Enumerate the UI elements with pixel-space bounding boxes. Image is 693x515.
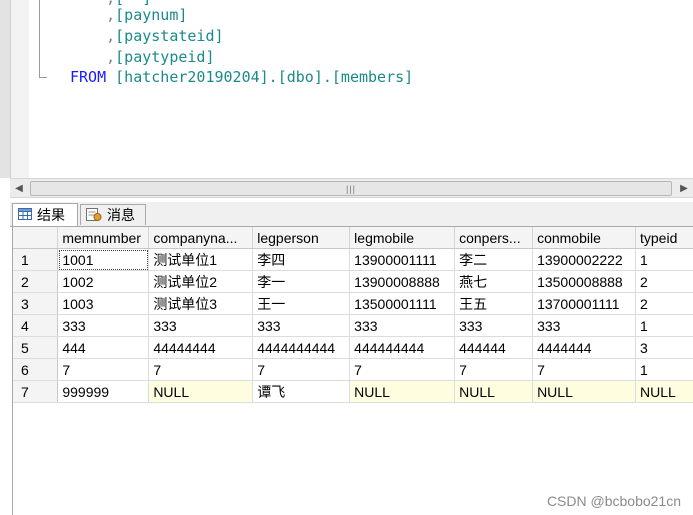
query-editor[interactable]: ,[ ] ,[paynum] ,[paystateid] ,[paytypeid… — [0, 0, 693, 178]
grid-cell[interactable]: 333 — [148, 314, 254, 337]
grid-cell[interactable]: 李一 — [252, 270, 351, 293]
tab-results-label: 结果 — [37, 207, 65, 223]
column-header[interactable]: companyna... — [148, 227, 254, 249]
grid-cell[interactable]: 7 — [252, 358, 351, 381]
table-row[interactable]: 3 1003 测试单位3 王一 13500001111 王五 13700001111 2 — [13, 292, 693, 315]
from-target: [hatcher20190204].[dbo].[members] — [115, 68, 414, 86]
tab-results[interactable]: 结果 — [12, 203, 78, 226]
from-keyword: FROM — [70, 68, 107, 86]
column-header[interactable]: conmobile — [532, 227, 636, 249]
grid-cell[interactable]: 测试单位2 — [148, 270, 254, 293]
grid-cell[interactable]: 测试单位3 — [148, 292, 254, 315]
row-number[interactable]: 6 — [13, 358, 59, 381]
grid-cell[interactable]: NULL — [532, 380, 636, 403]
results-table: memnumber companyna... legperson legmobi… — [13, 227, 693, 403]
tab-messages[interactable]: 消息 — [80, 204, 146, 225]
grid-cell[interactable]: 333 — [532, 314, 636, 337]
grid-cell[interactable]: NULL — [635, 380, 693, 403]
grid-cell[interactable]: 333 — [454, 314, 534, 337]
grid-cell[interactable]: 13500001111 — [349, 292, 456, 315]
grid-cell[interactable]: 7 — [532, 358, 636, 381]
grid-cell[interactable]: NULL — [148, 380, 254, 403]
tab-messages-label: 消息 — [107, 207, 135, 223]
grid-cell[interactable]: 1003 — [57, 292, 150, 315]
grid-cell[interactable]: NULL — [454, 380, 534, 403]
header-row: memnumber companyna... legperson legmobi… — [13, 227, 693, 249]
editor-line-margin — [11, 0, 29, 178]
grid-results-icon — [18, 207, 32, 223]
grid-cell[interactable]: 333 — [57, 314, 150, 337]
table-row[interactable]: 7 999999 NULL 谭飞 NULL NULL NULL NULL — [13, 380, 693, 403]
grid-cell[interactable]: 1 — [635, 314, 693, 337]
grid-cell[interactable]: 444 — [57, 336, 150, 359]
grid-cell[interactable]: 444444444 — [349, 336, 456, 359]
grid-cell[interactable]: 7 — [454, 358, 534, 381]
grid-cell[interactable]: 333 — [349, 314, 456, 337]
grid-cell[interactable]: 44444444 — [148, 336, 254, 359]
column-header[interactable]: legmobile — [349, 227, 456, 249]
column-header[interactable]: conpers... — [454, 227, 534, 249]
row-number[interactable]: 5 — [13, 336, 59, 359]
editor-selection-margin — [0, 0, 11, 178]
row-number[interactable]: 4 — [13, 314, 59, 337]
table-row[interactable]: 5 444 44444444 4444444444 444444444 444444 444… — [13, 336, 693, 359]
table-row[interactable]: 2 1002 测试单位2 李一 13900008888 燕七 13500008888 2 — [13, 270, 693, 293]
grid-cell[interactable]: 谭飞 — [252, 380, 351, 403]
column-header[interactable]: typeid — [635, 227, 693, 249]
results-tab-strip: 结果 消息 — [10, 202, 693, 227]
grid-cell[interactable]: 1002 — [57, 270, 150, 293]
grid-cell[interactable]: 王一 — [252, 292, 351, 315]
code-line: ,[paynum] — [70, 6, 188, 24]
outline-fold-line — [39, 0, 40, 78]
scroll-right-arrow-icon[interactable]: ▶ — [675, 179, 693, 197]
grid-cell[interactable]: 王五 — [454, 292, 534, 315]
grid-cell[interactable]: 1 — [635, 358, 693, 381]
grid-cell[interactable]: 13900001111 — [349, 248, 456, 271]
grid-cell[interactable]: 13700001111 — [532, 292, 636, 315]
scrollbar-thumb[interactable]: ||| — [30, 181, 672, 196]
column-header[interactable]: legperson — [252, 227, 351, 249]
results-grid[interactable]: memnumber companyna... legperson legmobi… — [12, 227, 693, 515]
grid-cell[interactable]: 2 — [635, 292, 693, 315]
grid-cell[interactable]: 999999 — [57, 380, 150, 403]
grid-cell[interactable]: 李二 — [454, 248, 534, 271]
grid-cell[interactable]: 4444444444 — [252, 336, 351, 359]
grid-cell[interactable]: 1 — [635, 248, 693, 271]
column-header[interactable]: memnumber — [57, 227, 150, 249]
grid-cell[interactable]: 7 — [57, 358, 150, 381]
grid-cell[interactable]: NULL — [349, 380, 456, 403]
grid-cell[interactable]: 燕七 — [454, 270, 534, 293]
table-row[interactable]: 4 333 333 333 333 333 333 1 — [13, 314, 693, 337]
grid-corner[interactable] — [13, 227, 59, 249]
grid-cell[interactable]: 13500008888 — [532, 270, 636, 293]
row-number[interactable]: 7 — [13, 380, 59, 403]
row-number[interactable]: 2 — [13, 270, 59, 293]
grid-cell[interactable]: 4444444 — [532, 336, 636, 359]
grid-cell[interactable]: 测试单位1 — [148, 248, 254, 271]
watermark: CSDN @bcbobo21cn — [546, 493, 681, 509]
row-number[interactable]: 3 — [13, 292, 59, 315]
grip-icon: ||| — [345, 183, 356, 194]
grid-cell[interactable]: 333 — [252, 314, 351, 337]
grid-cell[interactable]: 2 — [635, 270, 693, 293]
table-row[interactable]: 1 1001 测试单位1 李四 13900001111 李二 13900002222 1 — [13, 248, 693, 271]
grid-cell[interactable]: 7 — [148, 358, 254, 381]
grid-cell[interactable]: 李四 — [252, 248, 351, 271]
grid-cell[interactable]: 1001 — [57, 248, 150, 271]
table-row[interactable]: 67777771 — [13, 358, 693, 381]
scroll-left-arrow-icon[interactable]: ◀ — [10, 179, 28, 197]
grid-cell[interactable]: 3 — [635, 336, 693, 359]
grid-cell[interactable]: 13900008888 — [349, 270, 456, 293]
grid-cell[interactable]: 7 — [349, 358, 456, 381]
code-line: ,[paytypeid] — [70, 48, 215, 66]
grid-cell[interactable]: 444444 — [454, 336, 534, 359]
editor-horizontal-scrollbar[interactable]: ◀ ||| ▶ — [10, 178, 693, 198]
outline-fold-end — [39, 77, 47, 78]
code-line: ,[paystateid] — [70, 27, 224, 45]
row-number[interactable]: 1 — [13, 248, 59, 271]
grid-cell[interactable]: 13900002222 — [532, 248, 636, 271]
messages-icon — [86, 207, 102, 224]
code-line-from: FROM [hatcher20190204].[dbo].[members] — [70, 67, 413, 88]
